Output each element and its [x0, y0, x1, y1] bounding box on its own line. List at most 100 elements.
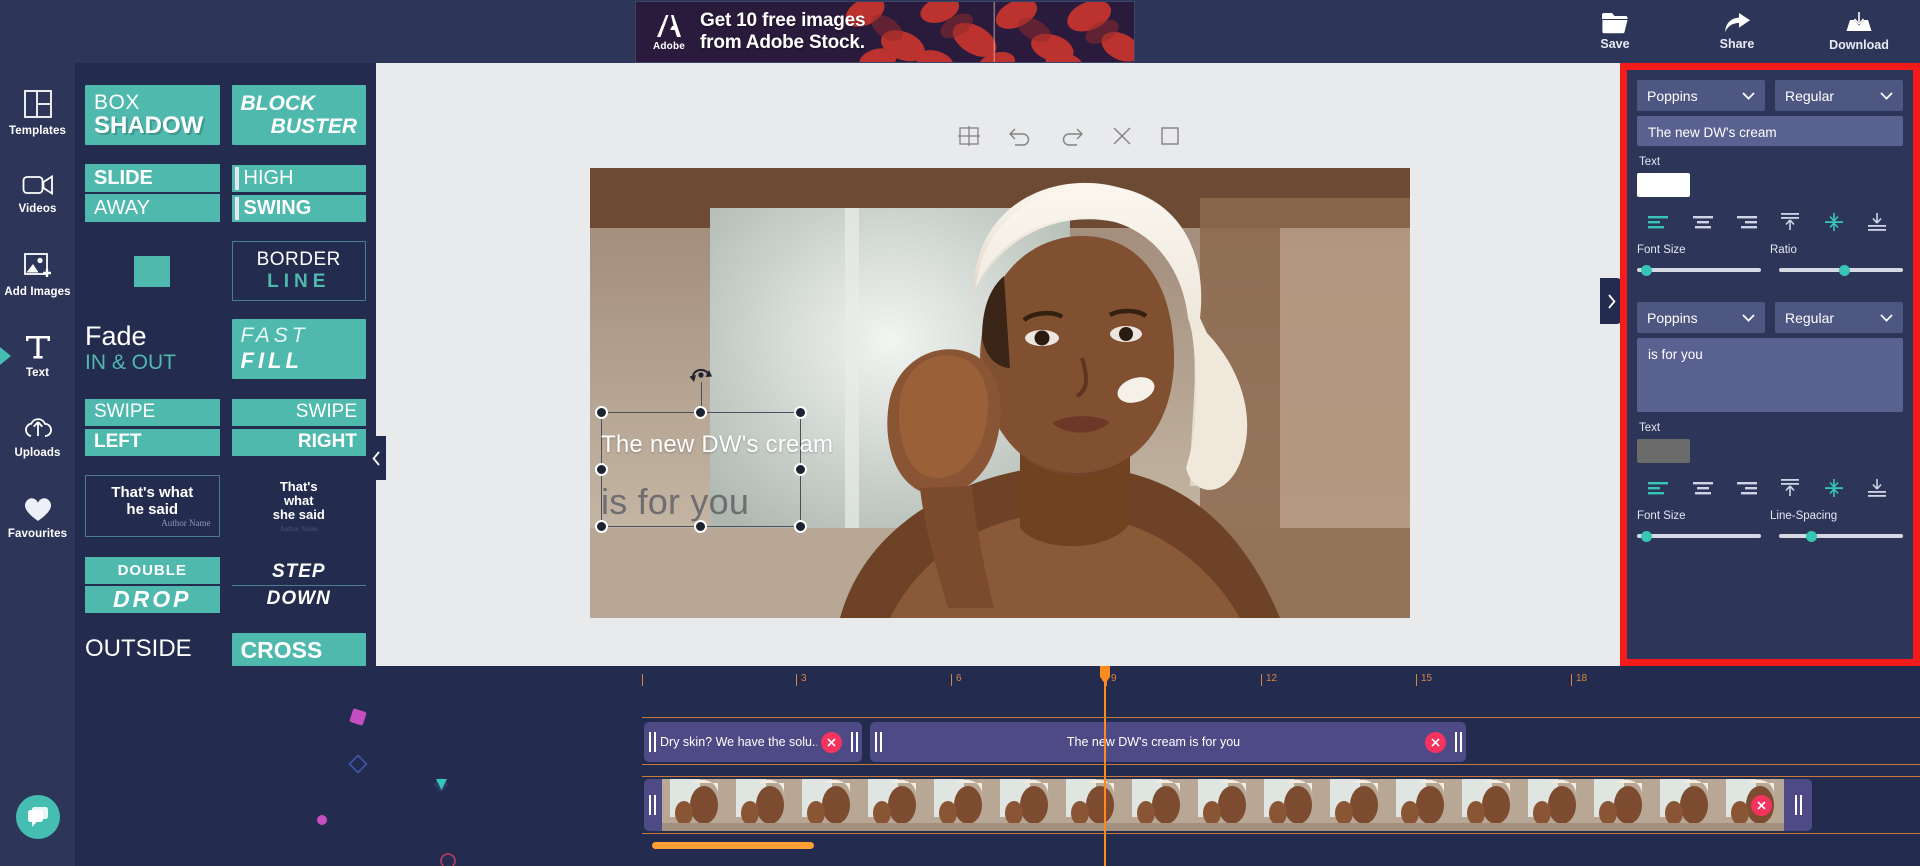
adobe-stock-ad-banner[interactable]: Adobe Get 10 free images from Adobe Stoc… — [635, 1, 1135, 63]
preset-block-buster[interactable]: BLOCK BUSTER — [231, 85, 366, 145]
playhead[interactable] — [1104, 666, 1106, 866]
slider-knob[interactable] — [1838, 264, 1850, 276]
filmstrip-frame — [794, 779, 860, 831]
align-center-icon[interactable] — [1681, 476, 1725, 500]
preset-quote-center[interactable]: That's what she said Author Name — [232, 475, 367, 537]
sidebar-item-videos[interactable]: Videos — [0, 153, 75, 234]
slider-knob[interactable] — [1640, 264, 1652, 276]
preset-step-down[interactable]: STEP DOWN — [231, 555, 366, 615]
font-weight-select-2[interactable]: Regular — [1775, 302, 1903, 333]
sidebar-item-uploads[interactable]: Uploads — [0, 396, 75, 477]
download-button[interactable]: Download — [1820, 11, 1898, 52]
valign-bottom-icon[interactable] — [1855, 210, 1899, 234]
save-button[interactable]: Save — [1576, 12, 1654, 51]
ratio-slider-1[interactable] — [1779, 263, 1903, 277]
text-color-swatch-1[interactable] — [1637, 173, 1690, 197]
share-button[interactable]: Share — [1698, 12, 1776, 51]
timeline-ruler[interactable]: 3 6 9 12 15 18 — [642, 666, 1920, 706]
expand-right-panel-button[interactable] — [1600, 278, 1622, 324]
rotate-handle-icon[interactable] — [688, 365, 714, 390]
video-clip[interactable] — [644, 779, 1812, 831]
preset-fast-fill[interactable]: FAST FILL — [231, 319, 366, 379]
chat-support-button[interactable] — [16, 795, 60, 839]
preset-solid-square[interactable] — [85, 241, 220, 301]
timeline-zoom-scrollbar[interactable] — [652, 842, 814, 849]
line-spacing-slider-2[interactable] — [1779, 529, 1903, 543]
clip-trim-handle-right[interactable] — [1790, 795, 1806, 815]
sidebar-item-text[interactable]: Text — [0, 315, 75, 396]
font-family-select-1[interactable]: Poppins — [1637, 80, 1765, 111]
resize-handle-top-right[interactable] — [794, 406, 807, 419]
sliders-2 — [1637, 529, 1903, 543]
preset-high-swing[interactable]: HIGH SWING — [231, 163, 366, 223]
font-weight-select-1[interactable]: Regular — [1775, 80, 1903, 111]
preset-fade-in-out[interactable]: Fade IN & OUT — [85, 319, 220, 379]
preset-swipe-left[interactable]: SWIPE LEFT — [85, 397, 220, 457]
align-left-icon[interactable] — [1637, 210, 1681, 234]
resize-handle-middle-left[interactable] — [595, 462, 608, 476]
resize-handle-top-left[interactable] — [595, 406, 608, 419]
valign-middle-icon[interactable] — [1812, 210, 1856, 234]
video-preview[interactable]: The new DW's cream is for you — [590, 168, 1410, 618]
preset-box-shadow[interactable]: BOX SHADOW — [85, 85, 220, 145]
delete-video-clip-button[interactable] — [1751, 794, 1772, 816]
align-right-icon[interactable] — [1724, 476, 1768, 500]
valign-top-icon[interactable] — [1768, 210, 1812, 234]
font-size-slider-2[interactable] — [1637, 529, 1761, 543]
collapse-presets-panel-button[interactable] — [366, 436, 386, 480]
text-color-swatch-2[interactable] — [1637, 439, 1690, 463]
close-icon[interactable] — [1112, 126, 1132, 151]
redo-icon[interactable] — [1060, 126, 1084, 151]
delete-clip-button[interactable] — [821, 731, 842, 753]
sidebar-item-favourites[interactable]: Favourites — [0, 477, 75, 558]
delete-clip-button[interactable] — [1425, 731, 1446, 753]
font-family-select-2[interactable]: Poppins — [1637, 302, 1765, 333]
sidebar-item-templates[interactable]: Templates — [0, 72, 75, 153]
sidebar-item-add-images[interactable]: Add Images — [0, 234, 75, 315]
text-content-input-2[interactable]: is for you — [1637, 338, 1903, 412]
valign-bottom-icon[interactable] — [1855, 476, 1899, 500]
align-left-icon[interactable] — [1637, 476, 1681, 500]
timeline: 3 6 9 12 15 18 Dry skin? We have the sol… — [0, 666, 1920, 866]
clip-trim-handle-right[interactable] — [1450, 732, 1466, 752]
preset-double-drop[interactable]: DOUBLE DROP — [85, 555, 220, 615]
video-track[interactable] — [642, 776, 1920, 834]
font-size-slider-1[interactable] — [1637, 263, 1761, 277]
text-track[interactable]: Dry skin? We have the solu... The new DW… — [642, 717, 1920, 765]
valign-top-icon[interactable] — [1768, 476, 1812, 500]
sidebar-label-text: Text — [25, 366, 50, 379]
alignment-row-1 — [1637, 210, 1903, 234]
chevron-right-icon — [1607, 293, 1616, 309]
align-right-icon[interactable] — [1724, 210, 1768, 234]
resize-handle-middle-right[interactable] — [794, 462, 807, 476]
preset-swipe-right[interactable]: SWIPE RIGHT — [231, 397, 366, 457]
text-clip-1[interactable]: Dry skin? We have the solu... — [644, 722, 862, 762]
preview-decorations — [317, 708, 456, 866]
slider-knob[interactable] — [1640, 530, 1652, 542]
adobe-logo: Adobe — [652, 13, 686, 52]
undo-icon[interactable] — [1008, 126, 1032, 151]
text-clip-2[interactable]: The new DW's cream is for you — [870, 722, 1466, 762]
clip-trim-handle-right[interactable] — [846, 732, 862, 752]
clip-trim-handle-left[interactable] — [870, 732, 886, 752]
preset-border-line[interactable]: BORDER LINE — [231, 241, 366, 301]
canvas-text-line-1: The new DW's cream — [601, 431, 834, 458]
clip-trim-handle-left[interactable] — [644, 732, 660, 752]
text-content-input-1[interactable]: The new DW's cream — [1637, 116, 1903, 146]
grid-icon[interactable] — [958, 125, 980, 152]
selected-text-element[interactable]: The new DW's cream is for you — [595, 368, 833, 533]
align-center-icon[interactable] — [1681, 210, 1725, 234]
resize-handle-top-center[interactable] — [694, 406, 707, 419]
preset-slide-away[interactable]: SLIDE AWAY — [85, 163, 220, 223]
clip-trim-handle-left[interactable] — [644, 795, 660, 815]
fullscreen-icon[interactable] — [1160, 126, 1180, 151]
preset-quote-left[interactable]: That's what he said Author Name — [85, 475, 220, 537]
preset-divider — [231, 584, 366, 586]
solid-square-swatch — [134, 255, 171, 287]
download-icon — [1846, 12, 1872, 31]
filmstrip-frame — [662, 779, 728, 831]
valign-middle-icon[interactable] — [1812, 476, 1856, 500]
slider-knob[interactable] — [1806, 530, 1818, 542]
line-spacing-label-2: Line-Spacing — [1770, 510, 1838, 522]
chevron-down-icon — [1880, 313, 1893, 322]
